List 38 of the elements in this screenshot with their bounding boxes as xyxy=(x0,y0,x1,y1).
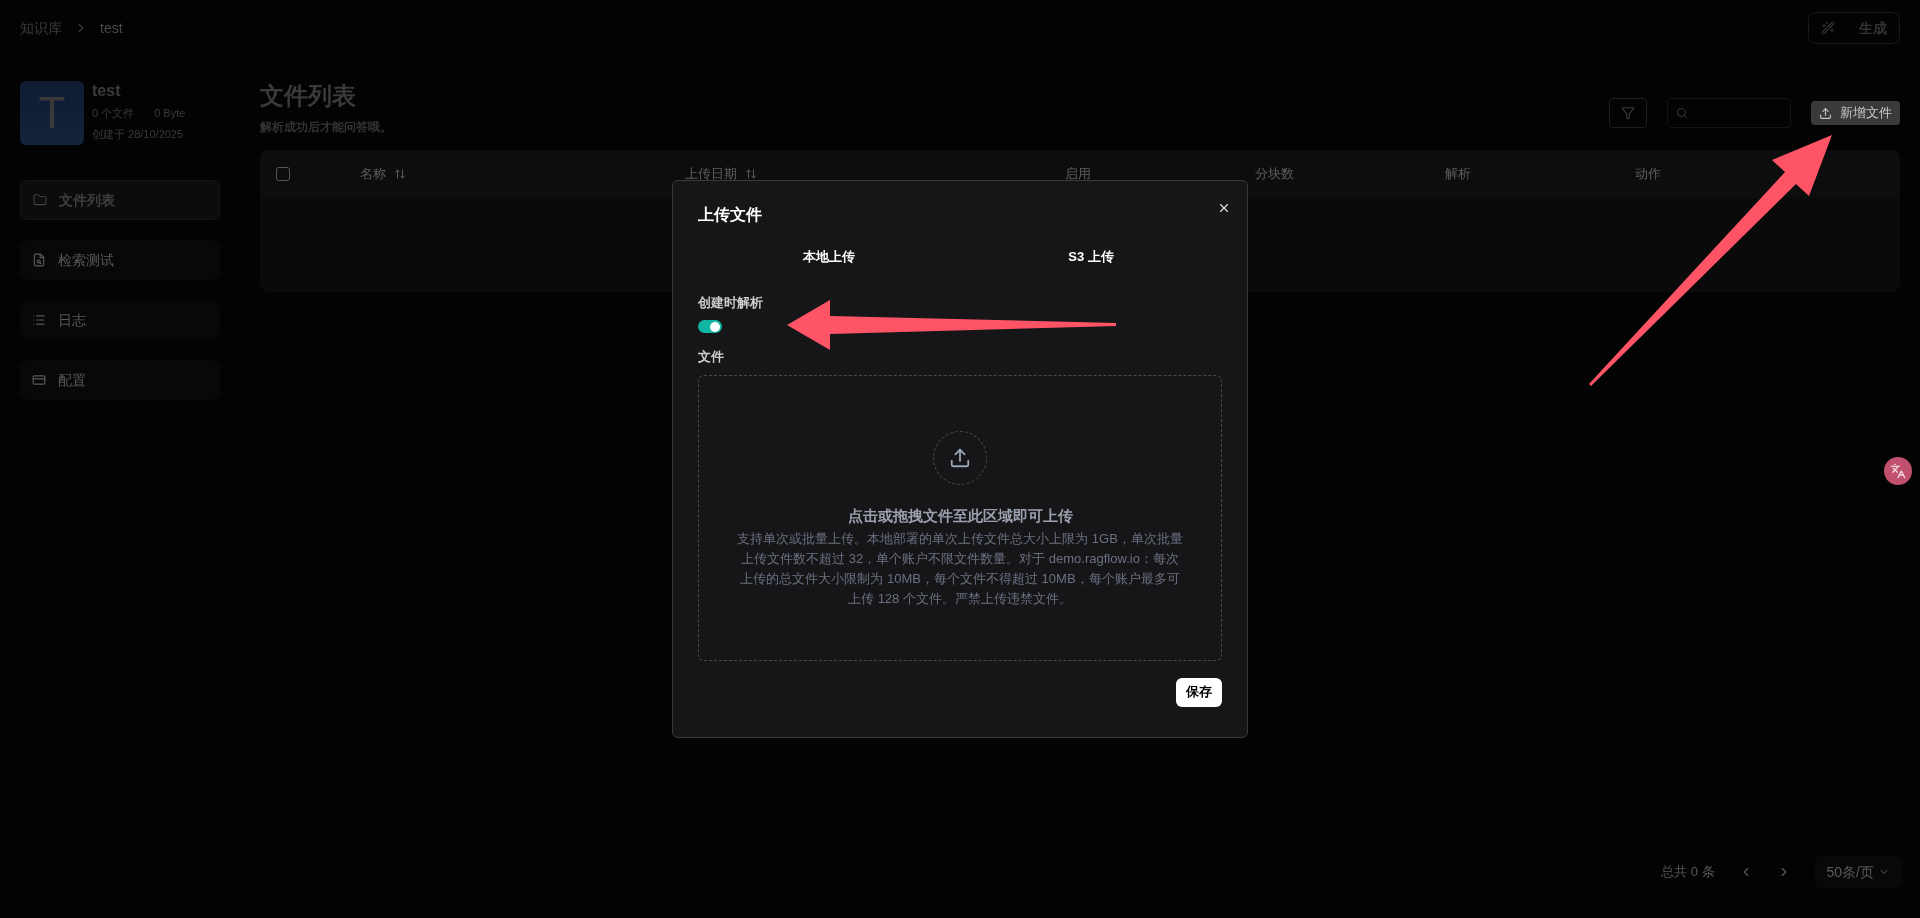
folder-icon xyxy=(33,193,47,207)
column-header: 名称 xyxy=(360,165,386,184)
select-all-checkbox[interactable] xyxy=(276,167,290,181)
column-header: 分块数 xyxy=(1255,165,1294,184)
add-file-button[interactable]: 新增文件 xyxy=(1811,101,1900,125)
column-header: 启用 xyxy=(1065,165,1091,184)
upload-icon xyxy=(1819,106,1832,120)
dataset-name: test xyxy=(92,81,122,101)
search-icon xyxy=(1676,107,1688,119)
translate-icon[interactable] xyxy=(1884,457,1912,485)
upload-tab[interactable]: 本地上传 xyxy=(803,247,855,267)
close-button[interactable] xyxy=(1217,201,1231,215)
breadcrumb-current: test xyxy=(100,18,123,38)
card-icon xyxy=(32,373,46,387)
upload-tab[interactable]: S3 上传 xyxy=(1068,247,1114,267)
save-button[interactable]: 保存 xyxy=(1176,677,1222,707)
drop-title: 点击或拖拽文件至此区域即可上传 xyxy=(847,505,1073,526)
magic-wand-icon xyxy=(1821,21,1835,35)
parse-label: 创建时解析 xyxy=(698,293,764,312)
dialog-title: 上传文件 xyxy=(698,205,763,225)
sort-icon[interactable] xyxy=(745,168,757,180)
column-header: 上传日期 xyxy=(685,165,737,184)
sidebar-item[interactable]: 检索测试 xyxy=(20,240,220,280)
sort-icon[interactable] xyxy=(394,168,406,180)
filter-icon xyxy=(1621,106,1635,120)
sidebar-item[interactable]: 配置 xyxy=(20,360,220,400)
document-search-icon xyxy=(32,253,46,267)
column-header: 解析 xyxy=(1445,165,1471,184)
drop-description: 支持单次或批量上传。本地部署的单次上传文件总大小上限为 1GB，单次批量上传文件数不超过 32，单个账户不限文件数量。对于 demo.ragflow.io：每次上传的总文件大小限制为 10MB，每个文件不得超过 10MB，每个账户最多可上传 128 个文件。严禁上传违禁文件。 xyxy=(736,530,1184,608)
column-header: 动作 xyxy=(1635,165,1661,184)
file-label: 文件 xyxy=(698,348,725,366)
list-icon xyxy=(32,313,46,327)
parse-toggle[interactable] xyxy=(698,320,722,333)
total-count: 总共 0 条 xyxy=(1661,863,1715,882)
search-field[interactable] xyxy=(1667,98,1791,128)
drop-zone[interactable]: 点击或拖拽文件至此区域即可上传 支持单次或批量上传。本地部署的单次上传文件总大小上限为 1GB，单次批量上传文件数不超过 32，单个账户不限文件数量。对于 demo.ragflow.io：每次上传的总文件大小限制为 10MB，每个文件不得超过 10MB，每个账户最多可上传 128 个文件。严禁上传违禁文件。 xyxy=(698,374,1222,661)
page-size-select[interactable]: 50条/页 xyxy=(1814,856,1902,888)
sidebar-item[interactable]: 日志 xyxy=(20,300,220,340)
